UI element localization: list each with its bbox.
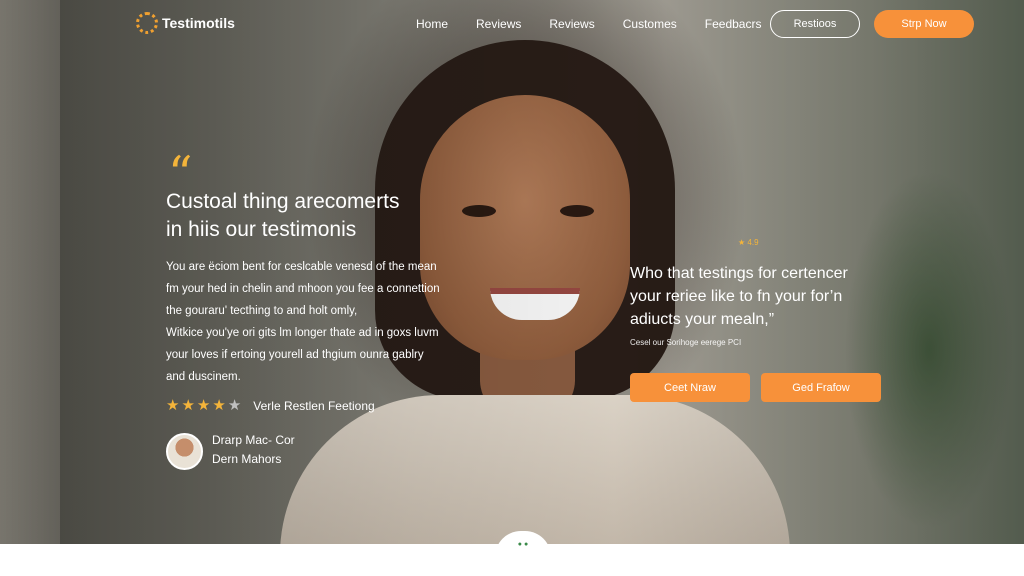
- paragraph-line: and duscinem.: [166, 371, 241, 383]
- star-icon: ★: [166, 397, 180, 414]
- side-quote-line: adiucts your mealn,”: [630, 311, 775, 328]
- get-follow-button[interactable]: Ged Frafow: [761, 373, 881, 402]
- star-icon: ★: [181, 397, 195, 414]
- logo-text: Testimotils: [162, 15, 235, 31]
- nav-link-feedback[interactable]: Feedbacrs: [705, 17, 762, 31]
- hero-paragraph-2: Witkice you'ye ori gits lm longer thate …: [166, 322, 486, 388]
- headline-line-2: in hiis our testimonis: [166, 218, 357, 241]
- side-quote-line: your reriee like to fn your for’n: [630, 288, 843, 305]
- nav-link-customers[interactable]: Customes: [623, 17, 677, 31]
- paragraph-line: the gouraru' tecthing to and holt omly,: [166, 305, 358, 317]
- paragraph-line: fm your hed in chelin and mhoon you fee …: [166, 283, 440, 295]
- paragraph-line: your loves if ertoing yourell ad thgium …: [166, 349, 424, 361]
- hero-headline: Custoal thing arecomerts in hiis our tes…: [166, 188, 446, 244]
- nav-outline-button[interactable]: Restioos: [770, 10, 860, 38]
- star-rating: ★ ★ ★ ★ ★ Verle Restlen Feetiong: [166, 398, 375, 413]
- headline-line-1: Custoal thing arecomerts: [166, 190, 400, 213]
- author-role: Dern Mahors: [212, 452, 282, 466]
- star-empty-icon: ★: [227, 397, 242, 414]
- author-avatar: [166, 433, 203, 470]
- author-name: Drarp Mac- Cor: [212, 433, 295, 447]
- small-rating: ★ 4.9: [738, 238, 759, 247]
- logo-icon: [136, 12, 158, 34]
- side-caption: Cesel our Sorihoge eerege PCI: [630, 338, 742, 347]
- top-nav: Testimotils Home Reviews Reviews Custome…: [0, 0, 1024, 48]
- nav-link-reviews[interactable]: Reviews: [476, 17, 521, 31]
- side-quote-line: Who that testings for certencer: [630, 265, 848, 282]
- nav-cta-button[interactable]: Strp Now: [874, 10, 974, 38]
- star-icon: ★: [212, 397, 226, 414]
- get-now-button[interactable]: Ceet Nraw: [630, 373, 750, 402]
- nav-link-reviews-2[interactable]: Reviews: [549, 17, 594, 31]
- rating-label: Verle Restlen Feetiong: [253, 398, 375, 413]
- paragraph-line: Witkice you'ye ori gits lm longer thate …: [166, 327, 439, 339]
- hero-paragraph-1: You are ëciom bent for ceslcable venesd …: [166, 256, 486, 322]
- side-quote: Who that testings for certencer your rer…: [630, 262, 890, 331]
- nav-links: Home Reviews Reviews Customes Feedbacrs: [416, 17, 761, 31]
- star-icon: ★: [196, 397, 211, 414]
- nav-link-home[interactable]: Home: [416, 17, 448, 31]
- paragraph-line: You are ëciom bent for ceslcable venesd …: [166, 261, 437, 273]
- site-logo[interactable]: Testimotils: [136, 12, 235, 34]
